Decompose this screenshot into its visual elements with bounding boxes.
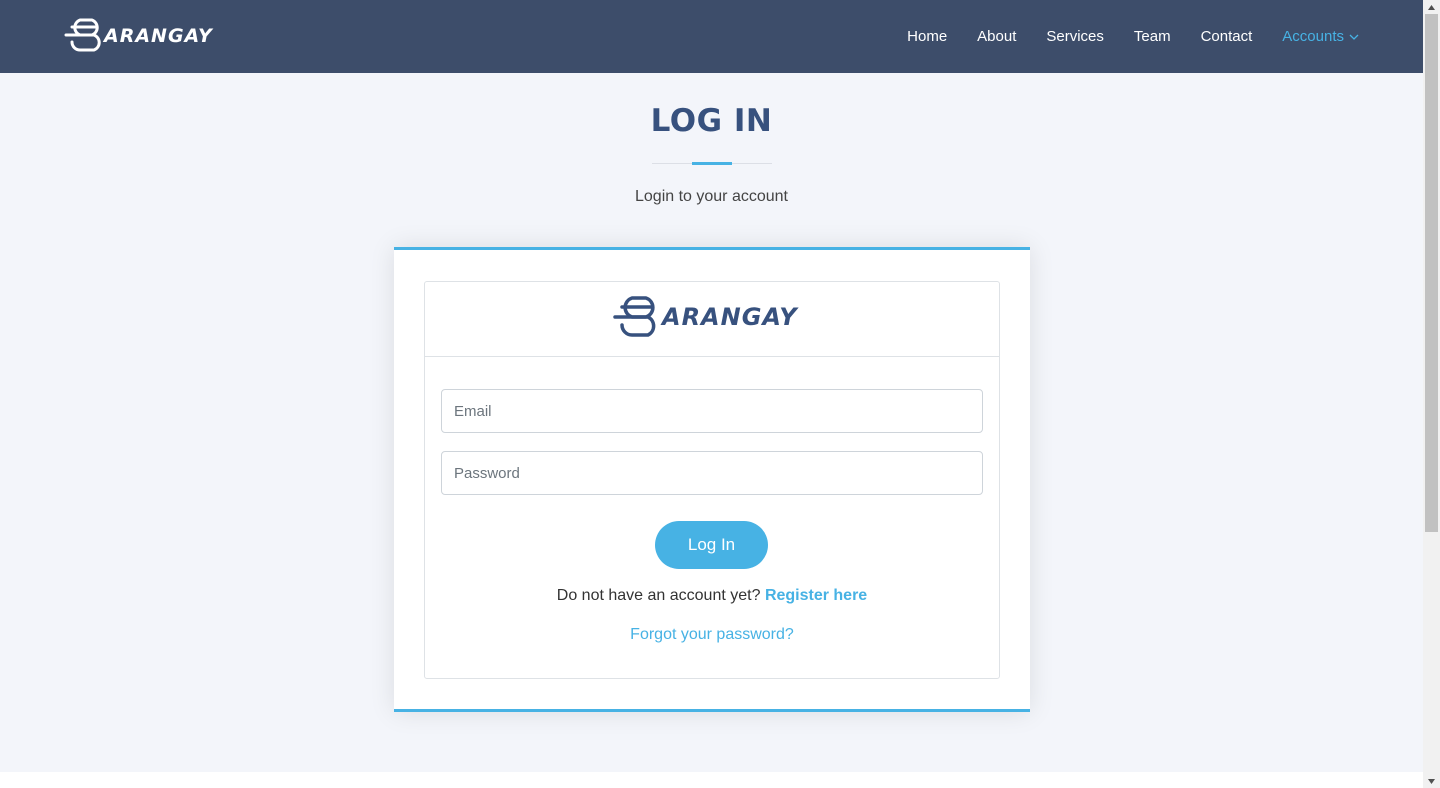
page-title: LOG IN	[650, 103, 773, 139]
barangay-logo: ARANGAY	[613, 296, 799, 337]
login-button[interactable]: Log In	[655, 521, 768, 569]
forgot-password-link[interactable]: Forgot your password?	[425, 626, 999, 644]
page-subtitle: Login to your account	[635, 188, 788, 205]
nav-about[interactable]: About	[977, 28, 1016, 45]
chevron-down-icon	[1349, 34, 1359, 40]
register-prompt-text: Do not have an account yet?	[556, 587, 761, 604]
password-field[interactable]	[441, 451, 983, 495]
scroll-down-arrow-icon[interactable]	[1423, 774, 1440, 788]
nav-accounts-label: Accounts	[1282, 28, 1344, 45]
login-form-header: ARANGAY	[425, 282, 999, 357]
top-navbar: ARANGAY Home About Services Team Contact…	[0, 0, 1423, 73]
nav-accounts-dropdown[interactable]: Accounts	[1282, 28, 1359, 45]
svg-text:ARANGAY: ARANGAY	[660, 303, 799, 331]
scrollbar-thumb[interactable]	[1425, 14, 1438, 532]
title-divider-accent	[692, 162, 732, 165]
vertical-scrollbar[interactable]	[1423, 0, 1440, 788]
svg-text:ARANGAY: ARANGAY	[102, 25, 214, 47]
login-form-panel: ARANGAY Log In Do not have an account ye…	[424, 281, 1000, 679]
page-footer-edge	[0, 772, 1423, 788]
nav-contact[interactable]: Contact	[1201, 28, 1253, 45]
scroll-up-arrow-icon[interactable]	[1423, 0, 1440, 14]
login-card: ARANGAY Log In Do not have an account ye…	[394, 247, 1030, 712]
register-prompt: Do not have an account yet? Register her…	[425, 587, 999, 605]
nav-team[interactable]: Team	[1134, 28, 1171, 45]
register-link[interactable]: Register here	[765, 587, 867, 604]
nav-home[interactable]: Home	[907, 28, 947, 45]
main-nav: Home About Services Team Contact Account…	[877, 0, 1359, 73]
email-field[interactable]	[441, 389, 983, 433]
barangay-logo[interactable]: ARANGAY	[64, 17, 224, 53]
nav-services[interactable]: Services	[1046, 28, 1104, 45]
